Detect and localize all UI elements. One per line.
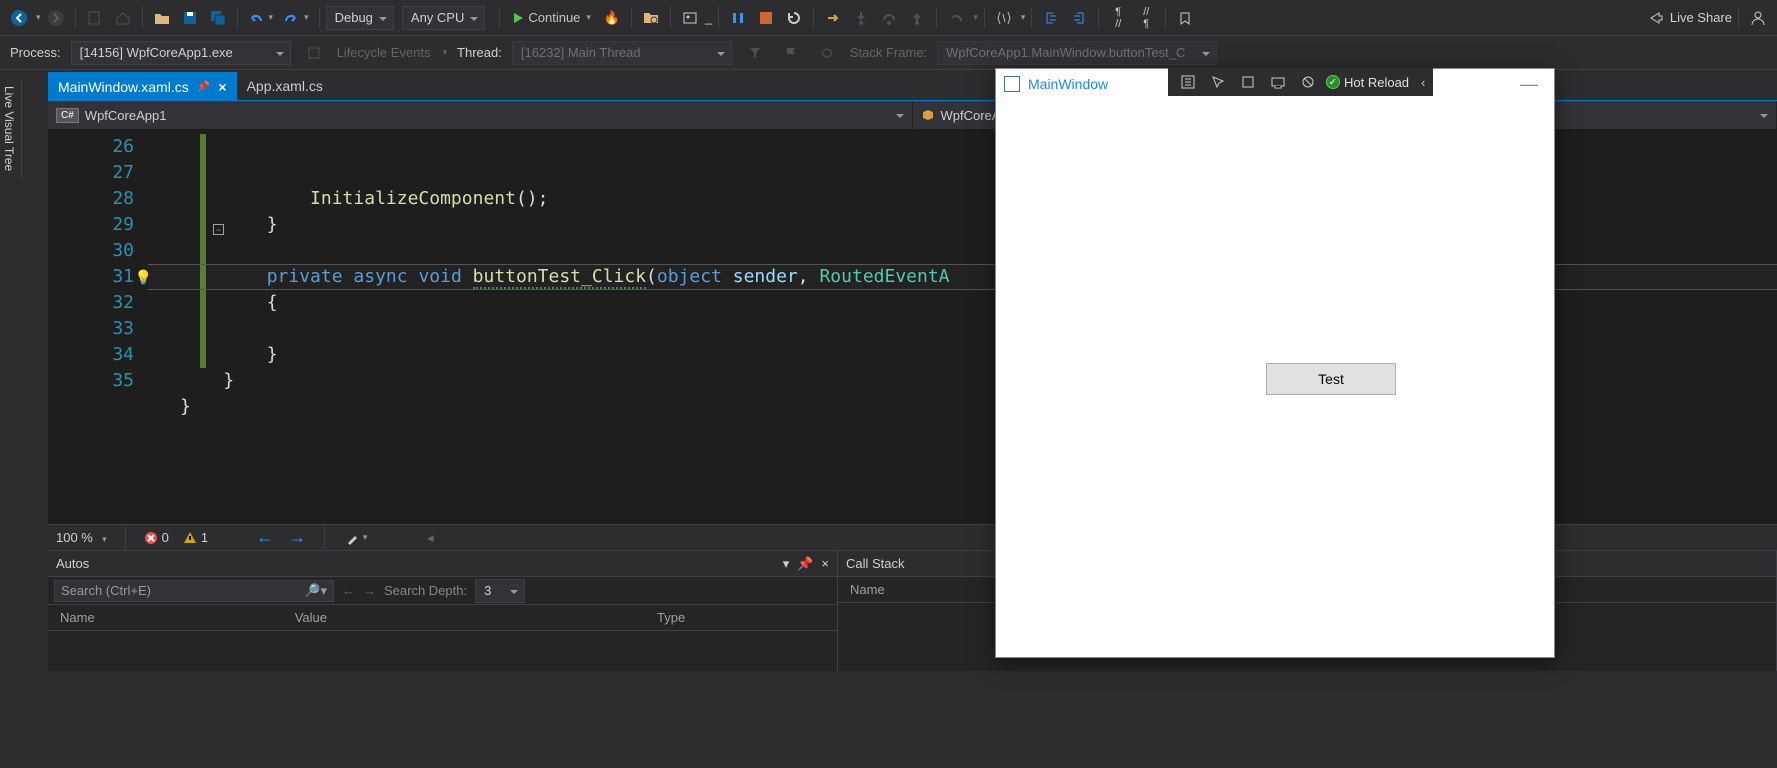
step-fwd-indent-icon[interactable] xyxy=(1066,5,1092,31)
intellicode-icon[interactable] xyxy=(991,5,1017,31)
tab-appxaml[interactable]: App.xaml.cs xyxy=(237,72,333,100)
autos-search-input[interactable]: Search (Ctrl+E) 🔎▾ xyxy=(54,580,334,602)
nav-arrows[interactable]: ←→ xyxy=(256,527,306,548)
lightbulb-icon: 31 xyxy=(48,264,148,290)
bookmark-icon[interactable] xyxy=(1172,5,1198,31)
live-visual-tree-tab[interactable]: Live Visual Tree xyxy=(0,78,22,179)
toggle-icon[interactable] xyxy=(1296,71,1320,93)
uncomment-icon[interactable]: //¶ xyxy=(1133,5,1159,31)
process-combo[interactable]: [14156] WpfCoreApp1.exe xyxy=(71,41,291,65)
scroll-left-icon[interactable]: ◂ xyxy=(427,530,434,546)
save-all-button[interactable] xyxy=(205,5,231,31)
test-button[interactable]: Test xyxy=(1266,363,1396,395)
search-icon[interactable]: 🔎▾ xyxy=(304,583,327,599)
pin-icon[interactable]: 📌 xyxy=(197,80,211,93)
step-out-button[interactable] xyxy=(904,5,930,31)
track-focused-icon[interactable] xyxy=(1266,71,1290,93)
nav-back-button[interactable] xyxy=(6,5,32,31)
filter-icon[interactable] xyxy=(742,40,768,66)
autos-panel: Autos ▾ 📌 × Search (Ctrl+E) 🔎▾ ← → Searc… xyxy=(48,551,838,671)
autos-title: Autos xyxy=(56,556,89,571)
new-item-button[interactable] xyxy=(82,5,108,31)
project-name: WpfCoreApp1 xyxy=(85,108,167,123)
pin-icon[interactable]: 📌 xyxy=(797,556,813,572)
pause-button[interactable] xyxy=(725,5,751,31)
undo-local-icon xyxy=(943,5,969,31)
main-toolbar: ▾ ▾ ▾ Debug Any CPU Continue▾ 🔥 _ ▾ ▾ ¶/… xyxy=(0,0,1777,36)
show-next-statement-button[interactable] xyxy=(820,5,846,31)
save-button[interactable] xyxy=(177,5,203,31)
check-icon: ✓ xyxy=(1326,75,1340,89)
tab-label: App.xaml.cs xyxy=(247,78,323,94)
thread-combo[interactable]: [16232] Main Thread xyxy=(512,41,732,65)
app-icon xyxy=(1004,76,1020,92)
app-client-area: Test xyxy=(996,99,1554,657)
continue-button[interactable]: Continue▾ xyxy=(506,10,597,25)
select-element-icon[interactable] xyxy=(1206,71,1230,93)
col-value[interactable]: Value xyxy=(295,610,327,625)
callstack-title: Call Stack xyxy=(846,556,905,571)
search-back-icon[interactable]: ← xyxy=(342,583,355,598)
comment-icon[interactable]: ¶// xyxy=(1105,5,1131,31)
threads-icon xyxy=(814,40,840,66)
go-to-live-visual-tree-icon[interactable] xyxy=(1176,71,1200,93)
stack-frame-label: Stack Frame: xyxy=(850,45,927,60)
home-icon[interactable] xyxy=(110,5,136,31)
tab-mainwindow[interactable]: MainWindow.xaml.cs 📌 × xyxy=(48,72,237,100)
tab-label: MainWindow.xaml.cs xyxy=(58,79,189,95)
close-icon[interactable]: × xyxy=(821,556,829,572)
open-folder-button[interactable] xyxy=(149,5,175,31)
line-gutter: 26 27 28 29 30 31 32 33 34 35 xyxy=(48,130,148,524)
close-icon[interactable]: × xyxy=(218,79,226,95)
project-selector[interactable]: C# WpfCoreApp1 xyxy=(48,101,913,129)
col-name[interactable]: Name xyxy=(60,610,95,625)
redo-button[interactable]: ▾ xyxy=(279,5,313,31)
step-over-button[interactable] xyxy=(876,5,902,31)
search-fwd-icon[interactable]: → xyxy=(363,583,376,598)
step-back-indent-icon[interactable] xyxy=(1038,5,1064,31)
warning-count[interactable]: 1 xyxy=(183,530,208,545)
find-in-files-button[interactable] xyxy=(638,5,664,31)
flag-icon xyxy=(778,40,804,66)
solution-platform-combo[interactable]: Any CPU xyxy=(402,6,485,30)
minimize-button[interactable]: — xyxy=(1512,74,1546,95)
process-label: Process: xyxy=(10,45,61,60)
brush-icon[interactable]: ▾ xyxy=(343,525,369,551)
error-count[interactable]: 0 xyxy=(144,530,169,545)
nav-forward-button xyxy=(43,5,69,31)
zoom-selector[interactable]: 100 % ▾ xyxy=(56,530,107,545)
col-type[interactable]: Type xyxy=(657,610,685,625)
lifecycle-icon xyxy=(301,40,327,66)
undo-button[interactable]: ▾ xyxy=(244,5,278,31)
autos-header-row: Name Value Type xyxy=(48,605,837,631)
dropdown-icon[interactable]: ▾ xyxy=(783,556,790,572)
stop-button[interactable] xyxy=(753,5,779,31)
col-name[interactable]: Name xyxy=(850,582,885,597)
restart-button[interactable] xyxy=(781,5,807,31)
chevron-down-icon[interactable]: ▾ xyxy=(36,12,41,23)
lifecycle-label: Lifecycle Events xyxy=(337,45,431,60)
debug-toolbar: Process: [14156] WpfCoreApp1.exe Lifecyc… xyxy=(0,36,1777,70)
account-icon[interactable] xyxy=(1745,5,1771,31)
live-share-button[interactable]: Live Share xyxy=(1648,10,1732,26)
stack-frame-combo[interactable]: WpfCoreApp1.MainWindow.buttonTest_C xyxy=(937,41,1217,65)
solution-config-combo[interactable]: Debug xyxy=(326,6,394,30)
hot-reload-status[interactable]: ✓ Hot Reload xyxy=(1326,75,1409,90)
xaml-debug-overlay: ✓ Hot Reload ‹ xyxy=(1168,68,1433,96)
search-depth-combo[interactable]: 3 xyxy=(475,579,525,603)
image-tool-icon[interactable] xyxy=(677,5,703,31)
thread-label: Thread: xyxy=(457,45,502,60)
step-into-button[interactable] xyxy=(848,5,874,31)
class-icon xyxy=(921,108,935,122)
app-titlebar[interactable]: MainWindow ✓ Hot Reload ‹ — xyxy=(996,69,1554,99)
hot-reload-icon[interactable]: 🔥 xyxy=(599,5,625,31)
csharp-badge: C# xyxy=(56,108,79,123)
underscore-icon: _ xyxy=(705,10,712,25)
search-depth-label: Search Depth: xyxy=(384,583,467,598)
display-layout-adorners-icon[interactable] xyxy=(1236,71,1260,93)
collapse-left-icon[interactable]: ‹ xyxy=(1421,75,1425,90)
running-app-window[interactable]: MainWindow ✓ Hot Reload ‹ — Test xyxy=(995,68,1555,658)
share-icon xyxy=(1648,10,1664,26)
